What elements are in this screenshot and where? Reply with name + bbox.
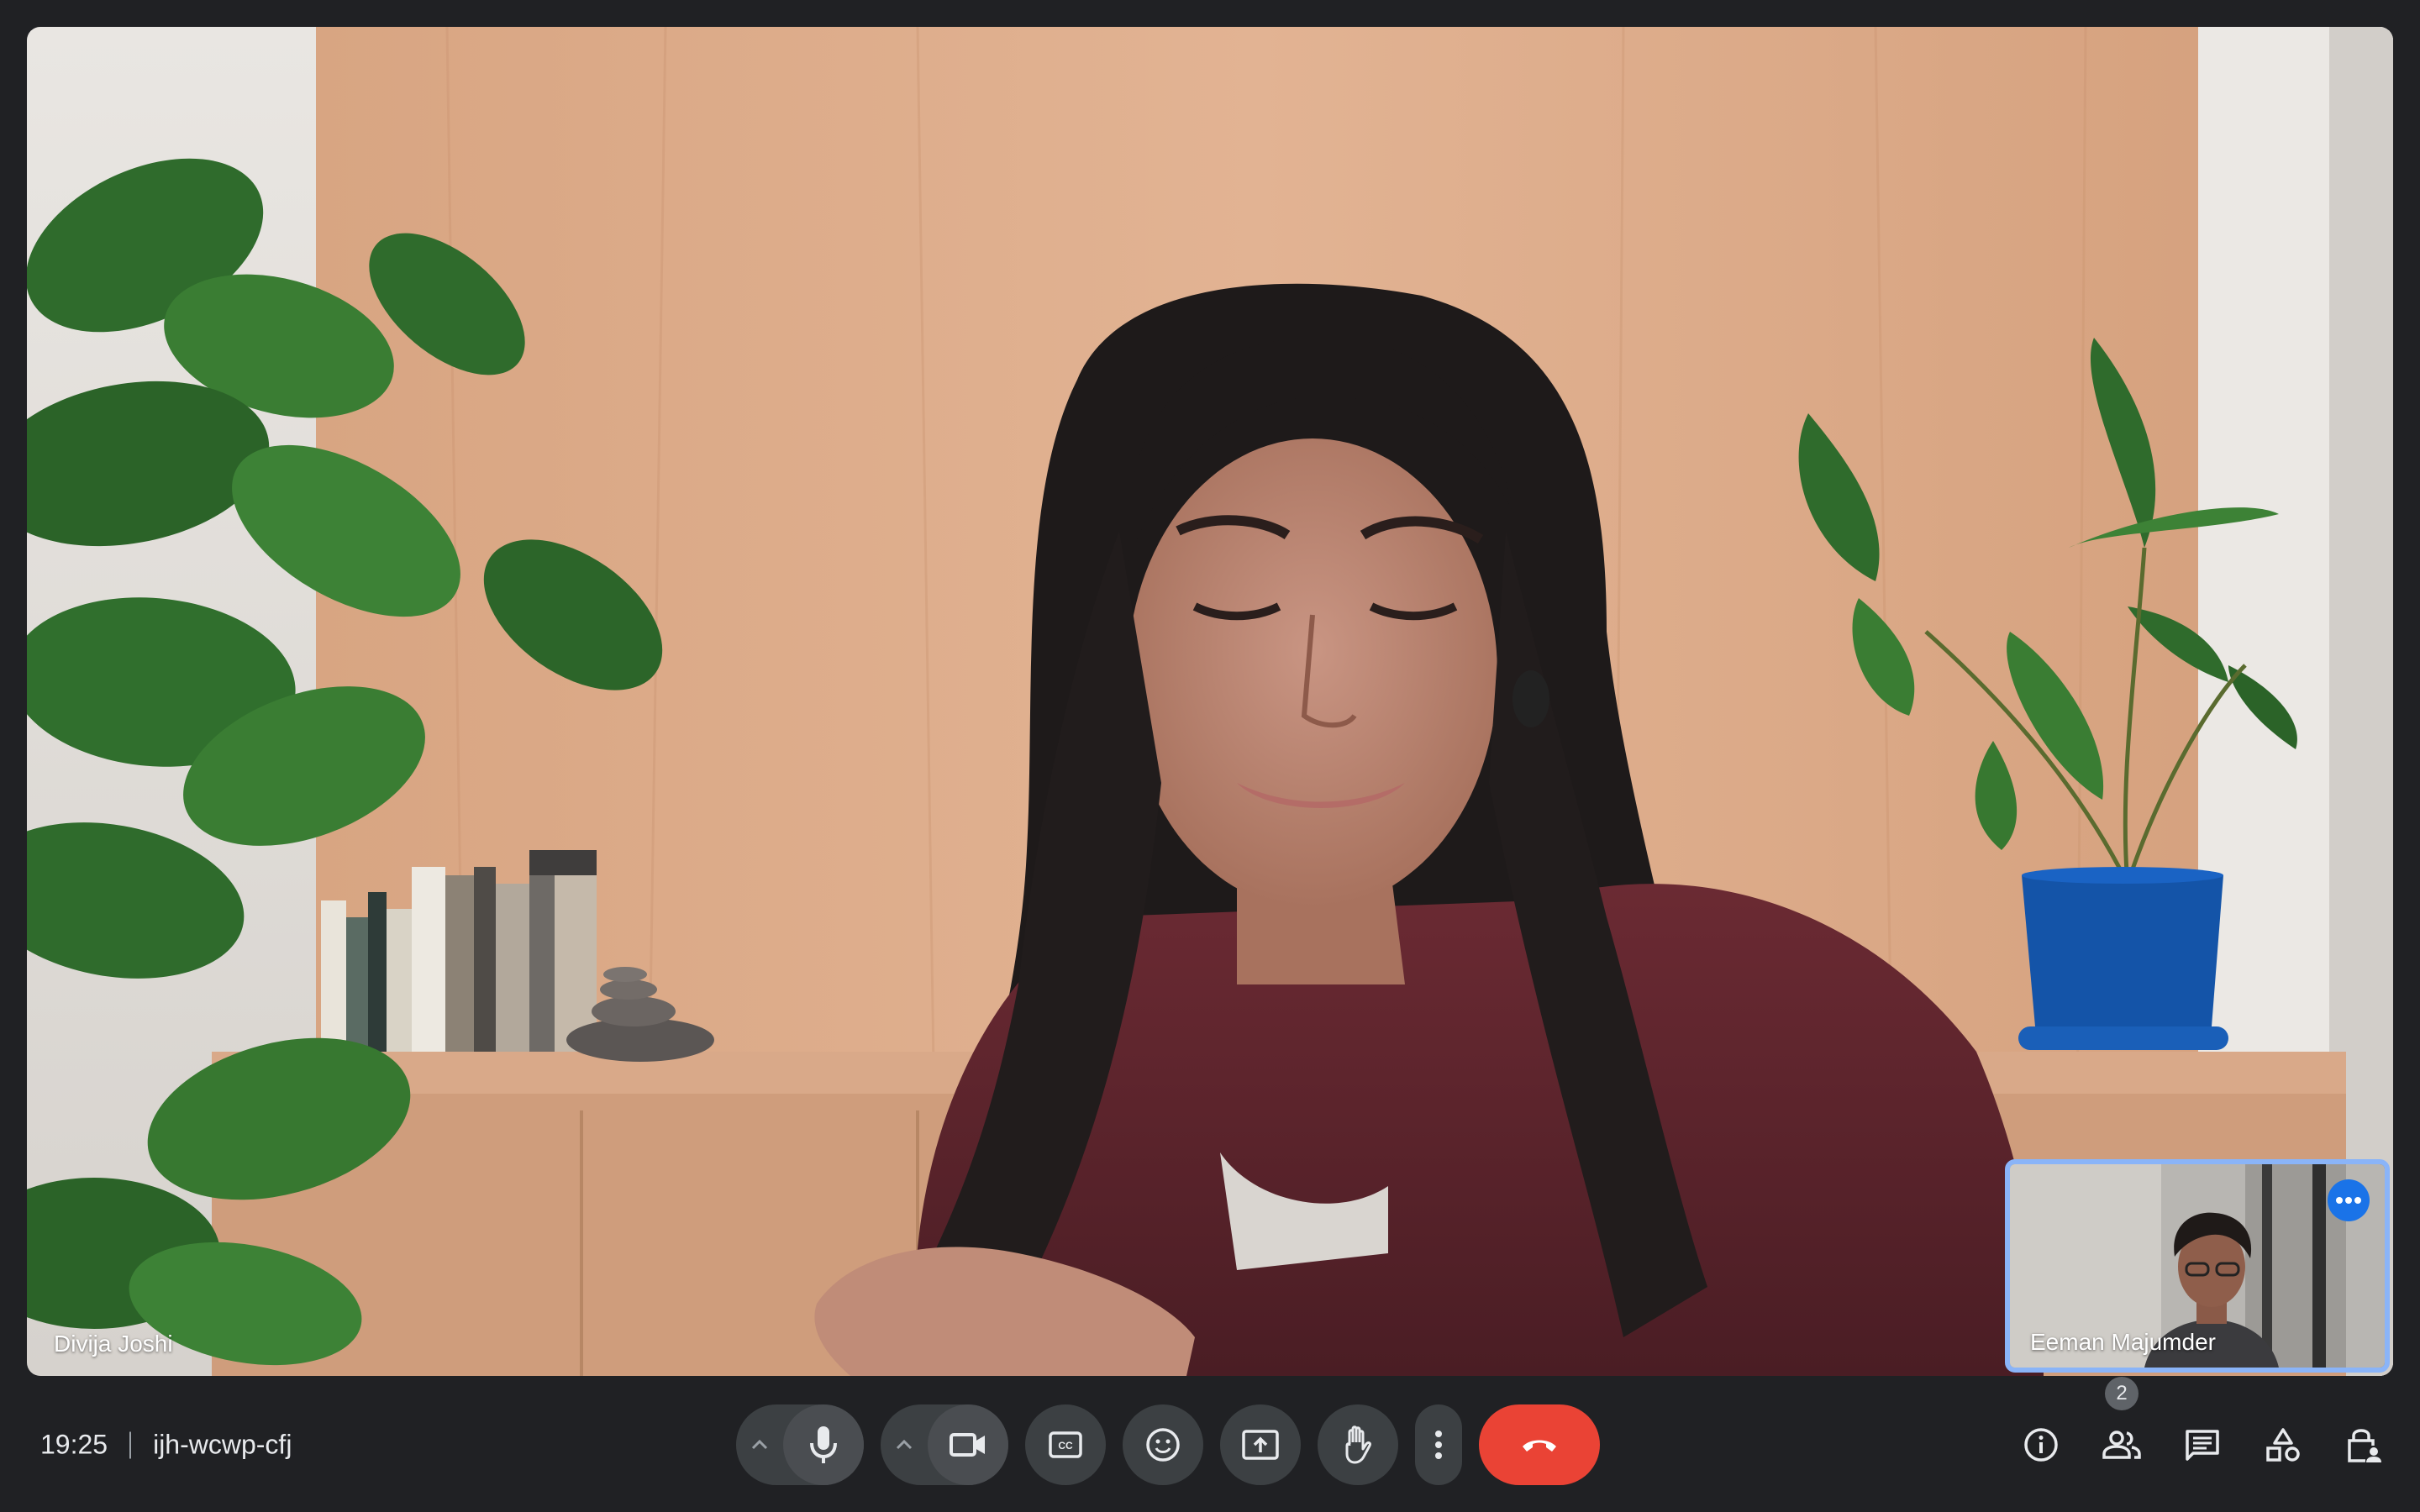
more-horiz-icon (2336, 1197, 2361, 1204)
side-controls: 2 (2008, 1377, 2396, 1478)
chevron-up-icon (896, 1439, 913, 1450)
audio-options-button[interactable] (736, 1404, 783, 1485)
videocam-icon (950, 1433, 985, 1457)
lock-person-icon (2348, 1429, 2381, 1462)
video-control-group (881, 1404, 1008, 1485)
meeting-controls-bar: 19:25 ijh-wcwp-cfj CC 2 (0, 1377, 2420, 1512)
call-controls: CC (736, 1404, 1600, 1485)
video-options-button[interactable] (881, 1404, 928, 1485)
self-view-tile[interactable]: Eeman Majumder (2005, 1159, 2390, 1373)
participant-count-badge: 2 (2105, 1377, 2139, 1410)
meeting-time: 19:25 (40, 1429, 108, 1460)
people-button[interactable]: 2 (2089, 1377, 2154, 1478)
present-screen-icon (1242, 1430, 1279, 1460)
main-video-tile: Divija Joshi Eeman Majumder (27, 27, 2393, 1376)
info-icon (2024, 1428, 2058, 1462)
meeting-code: ijh-wcwp-cfj (153, 1429, 292, 1460)
more-vert-icon (1435, 1431, 1442, 1459)
more-options-button[interactable] (1415, 1404, 1462, 1485)
shapes-icon (2266, 1428, 2300, 1462)
present-button[interactable] (1220, 1404, 1301, 1485)
main-participant-name: Divija Joshi (54, 1331, 173, 1357)
self-view-more-button[interactable] (2328, 1179, 2370, 1221)
audio-control-group (736, 1404, 864, 1485)
emoji-icon (1146, 1428, 1180, 1462)
mic-icon (810, 1426, 837, 1463)
hand-icon (1345, 1425, 1371, 1464)
svg-text:CC: CC (1058, 1440, 1073, 1452)
reactions-button[interactable] (1123, 1404, 1203, 1485)
people-icon (2102, 1431, 2141, 1459)
raise-hand-button[interactable] (1318, 1404, 1398, 1485)
divider (129, 1431, 132, 1458)
self-view-name: Eeman Majumder (2030, 1329, 2216, 1355)
meeting-details-button[interactable] (2008, 1412, 2074, 1478)
leave-call-button[interactable] (1479, 1404, 1600, 1485)
chat-icon (2186, 1430, 2219, 1461)
captions-button[interactable]: CC (1025, 1404, 1106, 1485)
meeting-info: 19:25 ijh-wcwp-cfj (40, 1430, 292, 1461)
chevron-up-icon (751, 1439, 768, 1450)
chat-button[interactable] (2170, 1412, 2235, 1478)
host-controls-button[interactable] (2331, 1412, 2396, 1478)
activities-button[interactable] (2250, 1412, 2316, 1478)
closed-captions-icon: CC (1049, 1431, 1082, 1458)
call-end-icon (1523, 1440, 1556, 1452)
camera-button[interactable] (928, 1404, 1008, 1485)
microphone-button[interactable] (783, 1404, 864, 1485)
